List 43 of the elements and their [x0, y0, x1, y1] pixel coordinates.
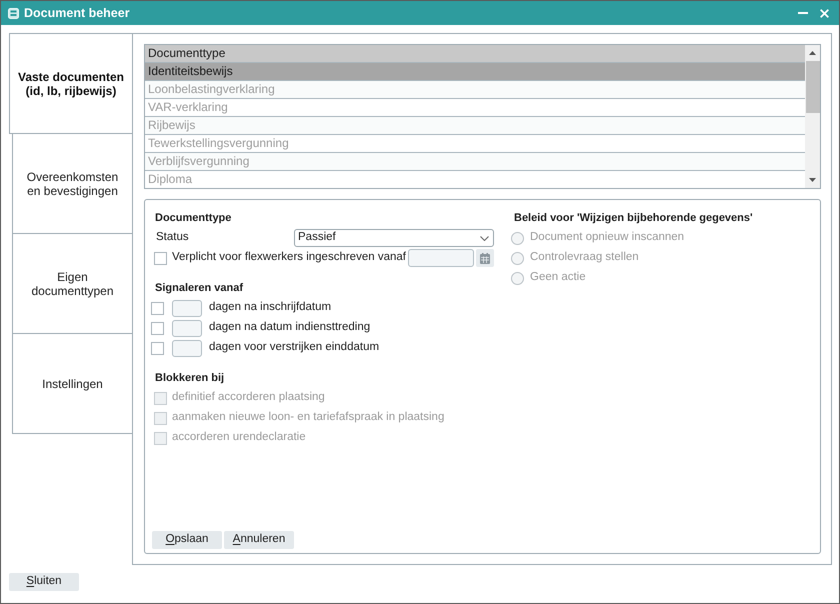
section-heading: Documenttype — [155, 210, 232, 226]
calendar-icon — [480, 252, 490, 264]
days-field[interactable] — [172, 320, 202, 336]
tab[interactable]: Instellingen — [12, 333, 132, 434]
radio-label: Geen actie — [530, 270, 586, 286]
checkbox-label: Verplicht voor flexwerkers ingeschreven vanaf — [172, 250, 406, 266]
checkbox-label: definitief accorderen plaatsing — [172, 390, 325, 406]
list-row[interactable]: Identiteitsbewijs — [145, 63, 805, 81]
section-heading: Blokkeren bij — [155, 370, 224, 386]
scrollbar-thumb[interactable] — [806, 61, 820, 113]
minimize-icon — [798, 12, 808, 14]
section-heading: Beleid voor 'Wijzigen bijbehorende gegevens' — [514, 210, 753, 226]
field-label: Status — [156, 230, 189, 246]
days-field[interactable] — [172, 340, 202, 356]
checkbox-label: aanmaken nieuwe loon- en tariefafspraak in plaatsing — [172, 410, 444, 426]
status-select[interactable]: Passief — [294, 229, 494, 247]
date-field[interactable] — [408, 249, 474, 267]
checkbox[interactable] — [151, 342, 164, 354]
column-header[interactable]: Documenttype — [145, 45, 805, 63]
radio-label: Controlevraag stellen — [530, 250, 639, 266]
close-dialog-button[interactable]: Sluiten — [9, 573, 79, 591]
window-icon — [8, 8, 19, 18]
scroll-up-icon[interactable] — [809, 51, 816, 55]
checkbox[interactable] — [151, 302, 164, 314]
cancel-button[interactable]: Annuleren — [224, 531, 294, 549]
chevron-down-icon — [480, 236, 489, 240]
close-icon — [820, 8, 829, 18]
checkbox[interactable] — [151, 322, 164, 334]
checkbox[interactable] — [154, 252, 167, 264]
tab[interactable]: Vaste documenten (id, lb, rijbewijs) — [9, 33, 132, 134]
calendar-button[interactable] — [476, 249, 494, 267]
days-field[interactable] — [172, 300, 202, 316]
checkbox-label: dagen na datum indiensttreding — [209, 320, 370, 336]
minimize-button[interactable] — [798, 12, 808, 14]
scroll-down-icon[interactable] — [809, 178, 816, 182]
checkbox-label: dagen na inschrijfdatum — [209, 300, 332, 316]
checkbox-label: dagen voor verstrijken einddatum — [209, 340, 380, 356]
close-button[interactable] — [820, 8, 829, 18]
save-button[interactable]: Opslaan — [152, 531, 222, 549]
section-heading: Signaleren vanaf — [155, 280, 244, 296]
radio-label: Document opnieuw inscannen — [530, 230, 684, 246]
window-title: Document beheer — [24, 4, 130, 22]
checkbox-label: accorderen urendeclaratie — [172, 430, 306, 446]
